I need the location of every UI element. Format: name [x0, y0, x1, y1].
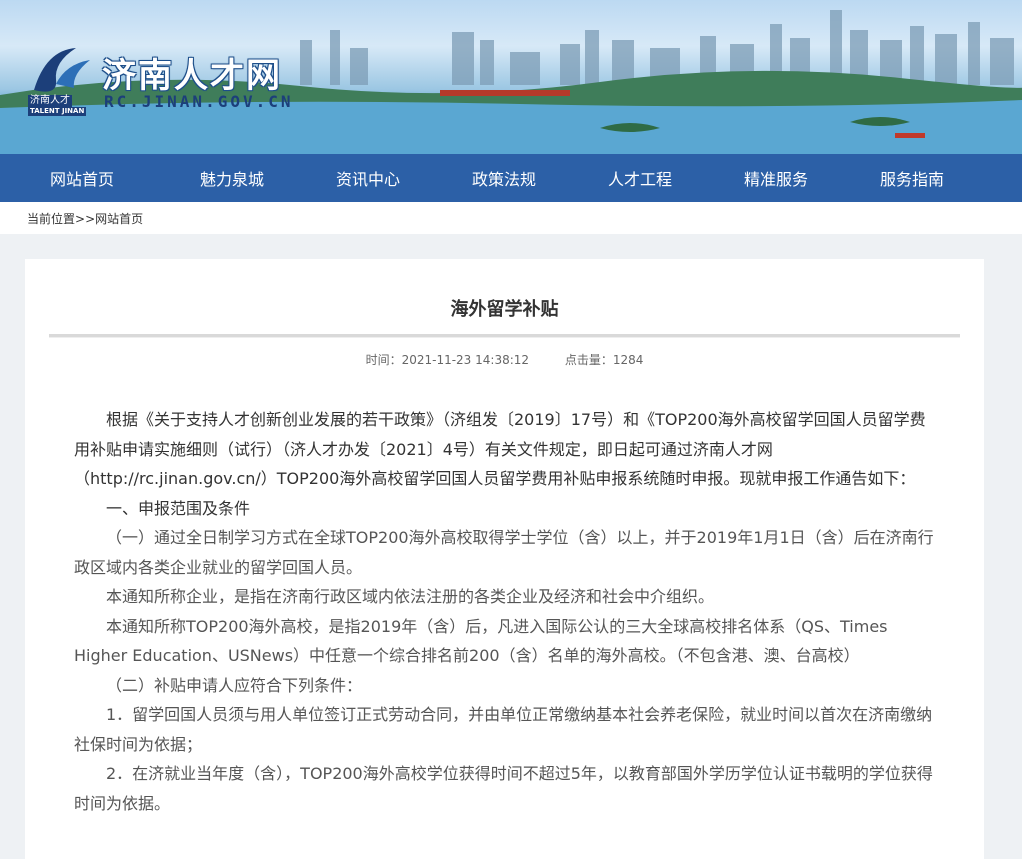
nav-item-news[interactable]: 资讯中心	[300, 166, 436, 190]
breadcrumb-home-link[interactable]: 网站首页	[95, 210, 143, 227]
nav-item-precise-service[interactable]: 精准服务	[708, 166, 844, 190]
site-logo[interactable]: 济南人才 TALENT JINAN 济南人才网 RC.JINAN.GOV.CN	[26, 40, 356, 120]
logo-mark-cn: 济南人才	[28, 95, 72, 107]
nav-item-policy[interactable]: 政策法规	[436, 166, 572, 190]
article-card: 海外留学补贴 时间：2021-11-23 14:38:12 点击量：1284 根…	[25, 259, 984, 859]
breadcrumb-label: 当前位置	[27, 211, 76, 226]
logo-title: 济南人才网	[102, 56, 282, 96]
paragraph-condition-1: 1．留学回国人员须与用人单位签订正式劳动合同，并由单位正常缴纳基本社会养老保险，…	[74, 705, 933, 754]
paragraph-item-1: （一）通过全日制学习方式在全球TOP200海外高校取得学士学位（含）以上，并于2…	[74, 528, 934, 577]
paragraph-intro: 根据《关于支持人才创新创业发展的若干政策》（济组发〔2019〕17号）和《TOP…	[74, 410, 926, 488]
header-banner: 济南人才 TALENT JINAN 济南人才网 RC.JINAN.GOV.CN	[0, 0, 1022, 154]
article-hits: 点击量：1284	[564, 353, 644, 367]
nav-item-charm-city[interactable]: 魅力泉城	[164, 166, 300, 190]
nav-item-service-guide[interactable]: 服务指南	[844, 166, 980, 190]
paragraph-item-2: （二）补贴申请人应符合下列条件：	[106, 675, 363, 695]
paragraph-condition-2: 2．在济就业当年度（含），TOP200海外高校学位获得时间不超过5年，以教育部国…	[74, 764, 933, 813]
title-divider	[49, 334, 960, 338]
article-meta: 时间：2021-11-23 14:38:12 点击量：1284	[25, 351, 984, 368]
breadcrumb-separator: >>	[75, 211, 96, 226]
nav-item-home[interactable]: 网站首页	[0, 166, 164, 190]
breadcrumb: 当前位置>>网站首页	[0, 202, 1022, 234]
logo-mark-en: TALENT JINAN	[28, 107, 87, 116]
logo-url: RC.JINAN.GOV.CN	[104, 92, 294, 111]
paragraph-enterprise-def: 本通知所称企业，是指在济南行政区域内依法注册的各类企业及经济和社会中介组织。	[106, 587, 715, 606]
article-body: 根据《关于支持人才创新创业发展的若干政策》（济组发〔2019〕17号）和《TOP…	[74, 405, 940, 818]
section-heading-scope: 一、申报范围及条件	[106, 498, 251, 518]
nav-item-talent-project[interactable]: 人才工程	[572, 166, 708, 190]
article-time: 时间：2021-11-23 14:38:12	[365, 353, 530, 367]
paragraph-top200-def: 本通知所称TOP200海外高校，是指2019年（含）后，凡进入国际公认的三大全球…	[74, 616, 888, 666]
main-navigation: 网站首页 魅力泉城 资讯中心 政策法规 人才工程 精准服务 服务指南	[0, 154, 1022, 202]
logo-wave-icon	[34, 48, 90, 92]
article-title: 海外留学补贴	[450, 299, 559, 320]
